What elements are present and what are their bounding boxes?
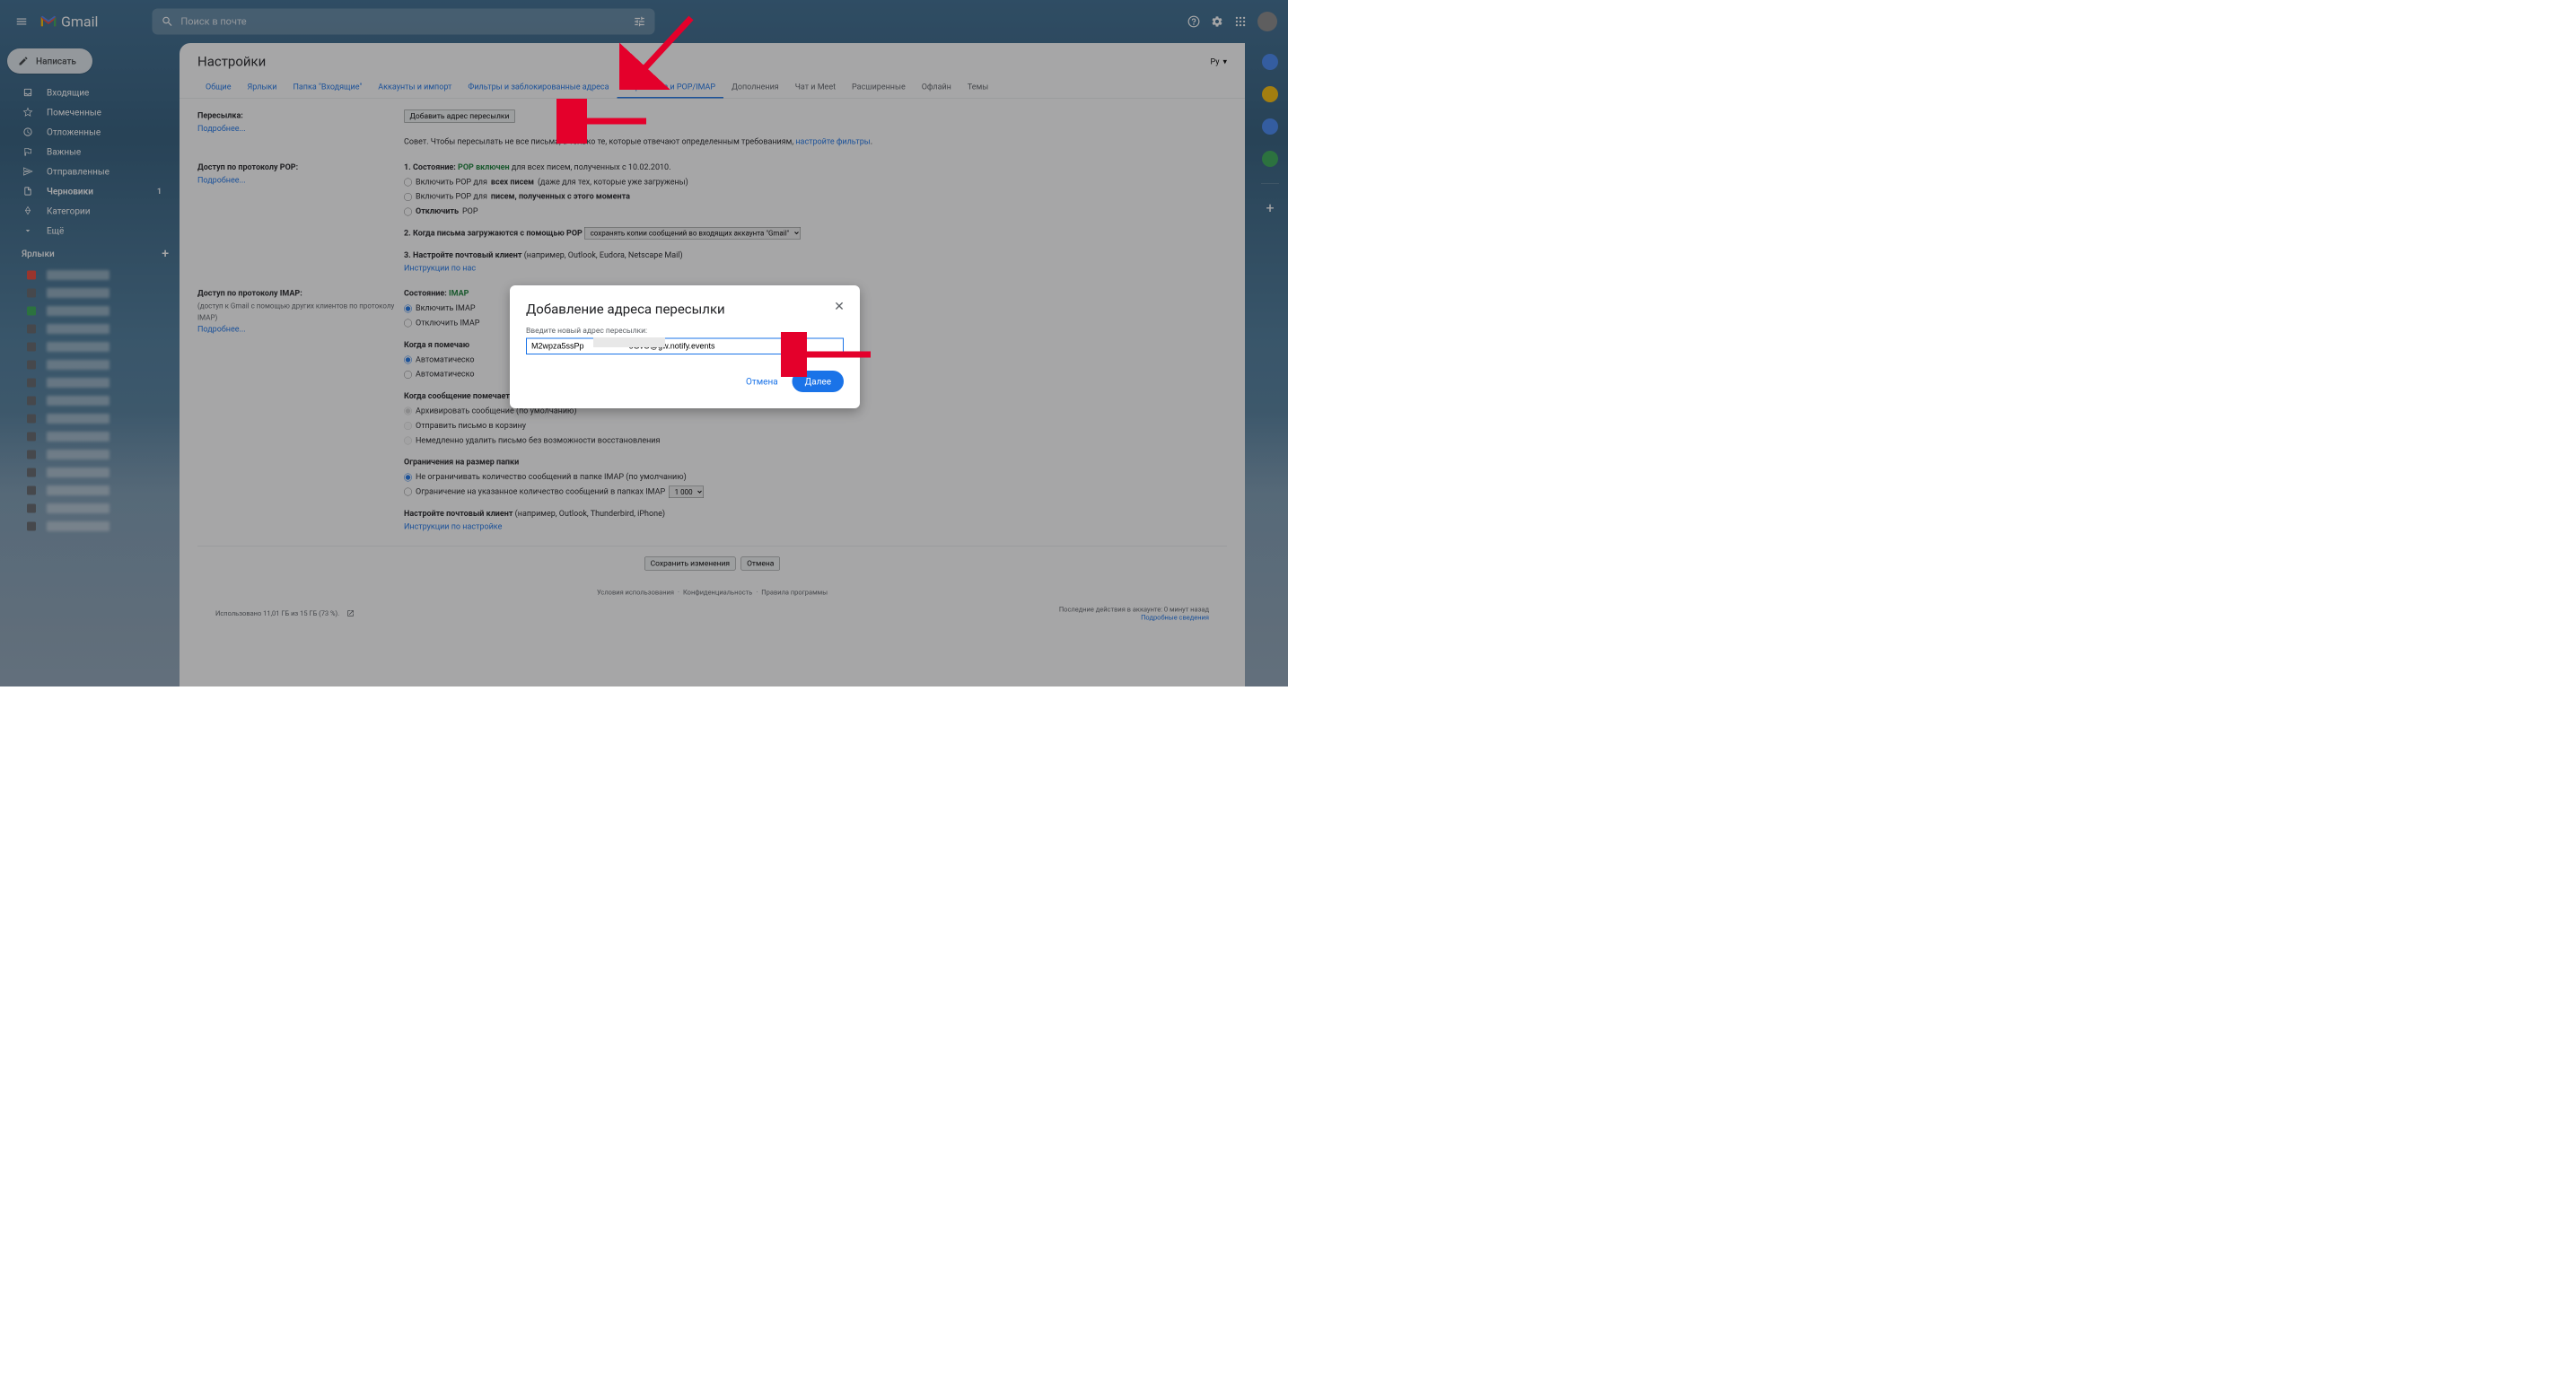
obscured-portion xyxy=(593,337,665,347)
dialog-next-button[interactable]: Далее xyxy=(793,371,844,392)
close-icon[interactable]: ✕ xyxy=(831,298,847,314)
forwarding-email-input[interactable] xyxy=(526,338,844,355)
dialog-cancel-button[interactable]: Отмена xyxy=(739,372,785,391)
dialog-label: Введите новый адрес пересылки: xyxy=(526,327,844,336)
dialog-title: Добавление адреса пересылки xyxy=(526,302,844,318)
add-forwarding-dialog: Добавление адреса пересылки ✕ Введите но… xyxy=(510,285,860,408)
